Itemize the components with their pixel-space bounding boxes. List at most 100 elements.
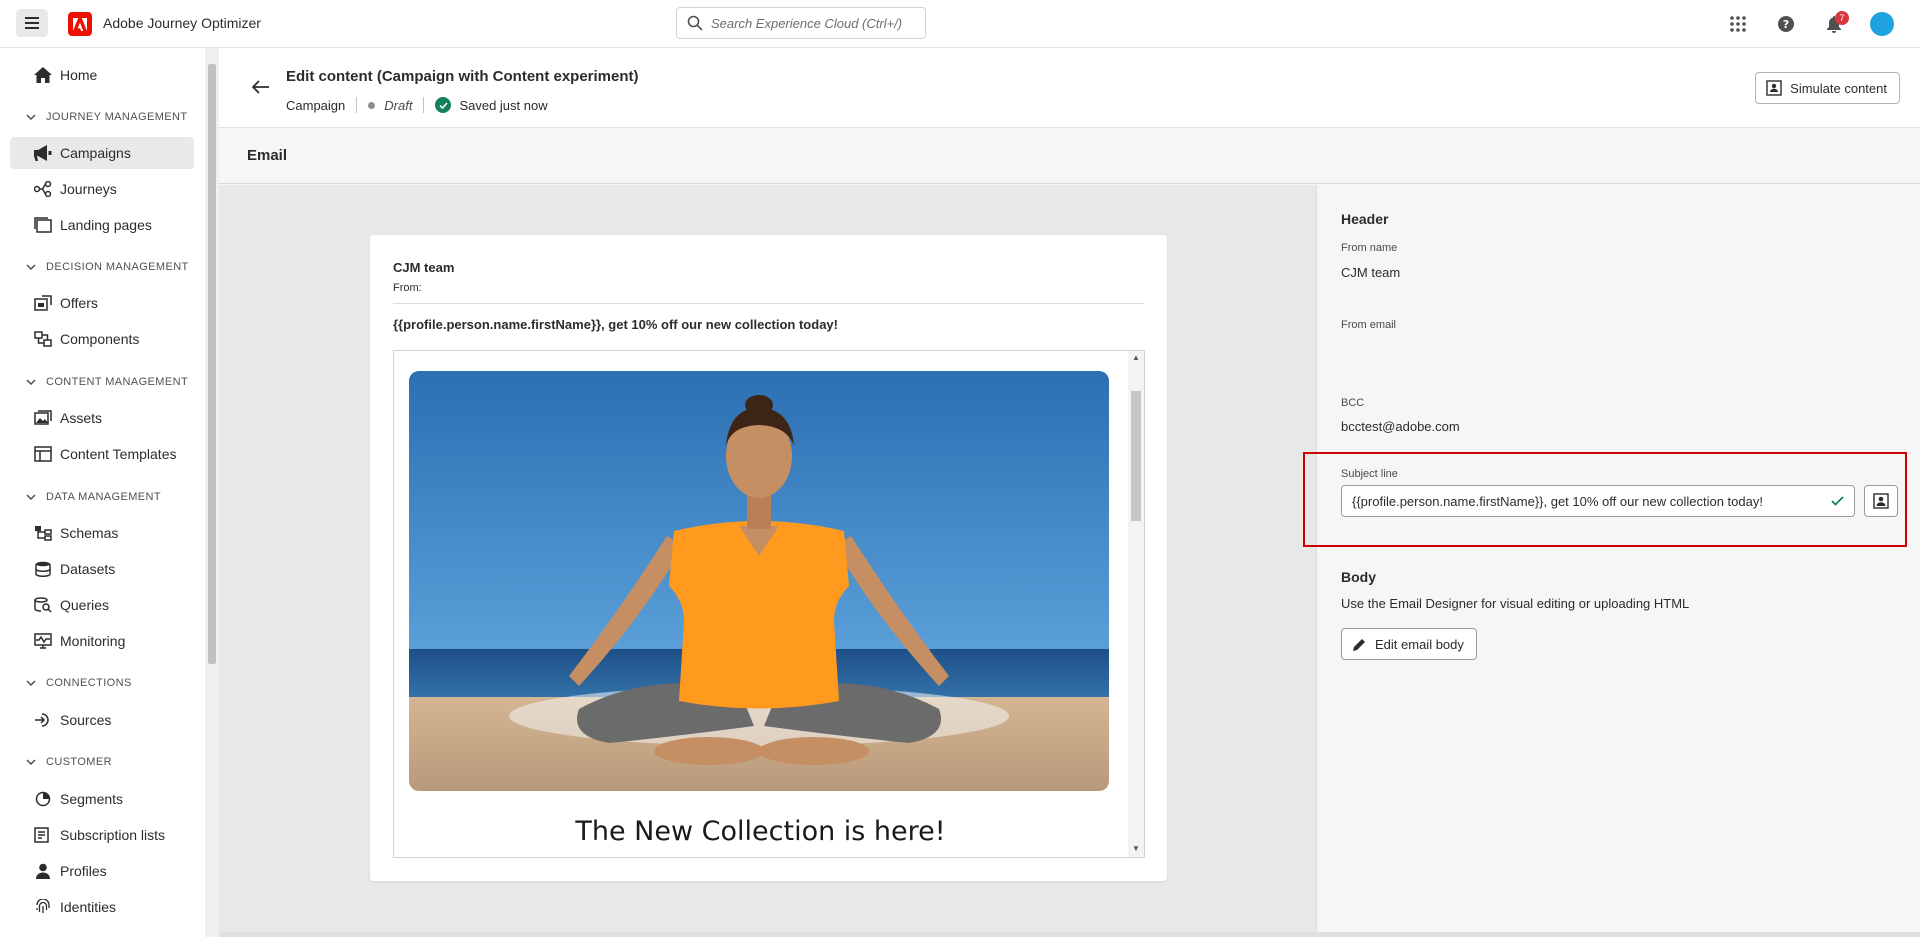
template-icon bbox=[34, 445, 52, 463]
subject-line-value: {{profile.person.name.firstName}}, get 1… bbox=[1352, 493, 1763, 509]
body-description: Use the Email Designer for visual editin… bbox=[1341, 596, 1690, 611]
chevron-down-icon bbox=[26, 114, 36, 120]
sidebar-item-components[interactable]: Components bbox=[10, 323, 194, 355]
sidebar-section-journey-management[interactable]: JOURNEY MANAGEMENT bbox=[26, 107, 187, 127]
notification-bell-icon[interactable]: 7 bbox=[1810, 0, 1858, 48]
user-avatar[interactable] bbox=[1858, 0, 1906, 48]
apps-grid-icon[interactable] bbox=[1714, 0, 1762, 48]
notification-badge: 7 bbox=[1835, 11, 1849, 25]
page-title: Edit content (Campaign with Content expe… bbox=[286, 68, 639, 85]
segments-icon bbox=[34, 790, 52, 808]
pencil-icon bbox=[1352, 637, 1367, 652]
simulate-icon bbox=[1766, 80, 1782, 96]
chevron-down-icon bbox=[26, 759, 36, 765]
email-body-preview[interactable]: The New Collection is here! ▲ ▼ bbox=[393, 350, 1145, 858]
sidebar-section-decision-management[interactable]: DECISION MANAGEMENT bbox=[26, 257, 189, 277]
from-name-label: From name bbox=[1341, 242, 1398, 254]
bcc-label: BCC bbox=[1341, 397, 1365, 409]
from-name-value[interactable]: CJM team bbox=[1341, 265, 1400, 280]
svg-text:?: ? bbox=[1783, 18, 1789, 31]
sidebar-section-content-management[interactable]: CONTENT MANAGEMENT bbox=[26, 372, 188, 392]
sidebar-item-campaigns[interactable]: Campaigns bbox=[10, 137, 194, 169]
sidebar-item-landing-pages[interactable]: Landing pages bbox=[10, 209, 194, 241]
section-title: Email bbox=[247, 147, 288, 164]
sidebar-item-monitoring[interactable]: Monitoring bbox=[10, 625, 194, 657]
bcc-value[interactable]: bcctest@adobe.com bbox=[1341, 419, 1460, 434]
chevron-down-icon bbox=[26, 379, 36, 385]
simulate-content-label: Simulate content bbox=[1790, 80, 1887, 96]
sidebar-item-offers[interactable]: Offers bbox=[10, 287, 194, 319]
avatar-icon bbox=[1870, 12, 1894, 36]
adobe-logo-icon[interactable] bbox=[68, 12, 92, 36]
schema-icon bbox=[34, 524, 52, 542]
search-placeholder: Search Experience Cloud (Ctrl+/) bbox=[711, 15, 903, 31]
sidebar-item-assets[interactable]: Assets bbox=[10, 402, 194, 434]
home-icon bbox=[34, 66, 52, 84]
back-arrow-icon[interactable] bbox=[249, 75, 273, 99]
sidebar-item-schemas[interactable]: Schemas bbox=[10, 517, 194, 549]
sidebar-item-sources[interactable]: Sources bbox=[10, 704, 194, 736]
edit-email-body-label: Edit email body bbox=[1375, 636, 1464, 652]
status-row: Campaign Draft Saved just now bbox=[286, 97, 548, 113]
scroll-up-icon[interactable]: ▲ bbox=[1132, 353, 1140, 362]
fingerprint-icon bbox=[34, 898, 52, 916]
search-input[interactable]: Search Experience Cloud (Ctrl+/) bbox=[676, 7, 926, 39]
preview-scrollbar[interactable]: ▲ ▼ bbox=[1128, 351, 1144, 857]
app-title[interactable]: Adobe Journey Optimizer bbox=[103, 15, 261, 31]
help-icon[interactable]: ? bbox=[1762, 0, 1810, 48]
subject-line-label: Subject line bbox=[1341, 468, 1398, 480]
sidebar-item-queries[interactable]: Queries bbox=[10, 589, 194, 621]
components-icon bbox=[34, 330, 52, 348]
properties-panel: Header From name CJM team From email BCC… bbox=[1303, 185, 1920, 932]
sidebar-item-datasets[interactable]: Datasets bbox=[10, 553, 194, 585]
chevron-down-icon bbox=[26, 680, 36, 686]
offer-icon bbox=[34, 294, 52, 312]
divider bbox=[356, 97, 358, 113]
scroll-down-icon[interactable]: ▼ bbox=[1132, 844, 1140, 853]
chevron-down-icon bbox=[26, 264, 36, 270]
sources-icon bbox=[34, 711, 52, 729]
profile-icon bbox=[34, 862, 52, 880]
email-preview-card: CJM team From: {{profile.person.name.fir… bbox=[370, 235, 1167, 881]
megaphone-icon bbox=[34, 144, 52, 162]
menu-icon[interactable] bbox=[16, 9, 48, 37]
preview-from-name: CJM team bbox=[393, 260, 455, 275]
assets-icon bbox=[34, 409, 52, 427]
section-bar: Email bbox=[219, 128, 1920, 184]
preview-scrollbar-thumb[interactable] bbox=[1131, 391, 1141, 521]
sidebar-item-segments[interactable]: Segments bbox=[10, 783, 194, 815]
sidebar-item-home[interactable]: Home bbox=[10, 59, 194, 91]
header-heading: Header bbox=[1341, 211, 1389, 227]
subject-line-input[interactable]: {{profile.person.name.firstName}}, get 1… bbox=[1341, 485, 1855, 517]
main-content: Edit content (Campaign with Content expe… bbox=[219, 48, 1920, 937]
sidebar-scrollbar[interactable] bbox=[205, 48, 219, 937]
horizontal-scrollbar[interactable] bbox=[219, 932, 1920, 937]
sidebar-item-subscription-lists[interactable]: Subscription lists bbox=[10, 819, 194, 851]
body-heading: Body bbox=[1341, 569, 1376, 585]
sidebar-section-customer[interactable]: CUSTOMER bbox=[26, 752, 112, 772]
chevron-down-icon bbox=[26, 494, 36, 500]
divider bbox=[423, 97, 425, 113]
sidebar-item-identities[interactable]: Identities bbox=[10, 891, 194, 923]
journey-icon bbox=[34, 180, 52, 198]
sidebar-item-profiles[interactable]: Profiles bbox=[10, 855, 194, 887]
edit-email-body-button[interactable]: Edit email body bbox=[1341, 628, 1477, 660]
personalization-button[interactable] bbox=[1864, 485, 1898, 517]
hero-image bbox=[409, 371, 1109, 791]
query-icon bbox=[34, 596, 52, 614]
sidebar-scrollbar-thumb[interactable] bbox=[208, 64, 216, 664]
sidebar-section-connections[interactable]: CONNECTIONS bbox=[26, 673, 132, 693]
sidebar: Home JOURNEY MANAGEMENT Campaigns Journe… bbox=[0, 48, 205, 937]
page-header: Edit content (Campaign with Content expe… bbox=[219, 48, 1920, 128]
simulate-content-button[interactable]: Simulate content bbox=[1755, 72, 1900, 104]
checkmark-icon bbox=[1831, 496, 1844, 506]
personalization-icon bbox=[1873, 493, 1889, 509]
sidebar-section-data-management[interactable]: DATA MANAGEMENT bbox=[26, 487, 161, 507]
preview-headline: The New Collection is here! bbox=[575, 816, 946, 847]
campaign-type-label: Campaign bbox=[286, 97, 346, 113]
sidebar-item-content-templates[interactable]: Content Templates bbox=[10, 438, 194, 470]
sidebar-item-journeys[interactable]: Journeys bbox=[10, 173, 194, 205]
status-dot-icon bbox=[368, 101, 376, 109]
search-icon bbox=[687, 15, 703, 31]
saved-status-label: Saved just now bbox=[459, 97, 548, 113]
